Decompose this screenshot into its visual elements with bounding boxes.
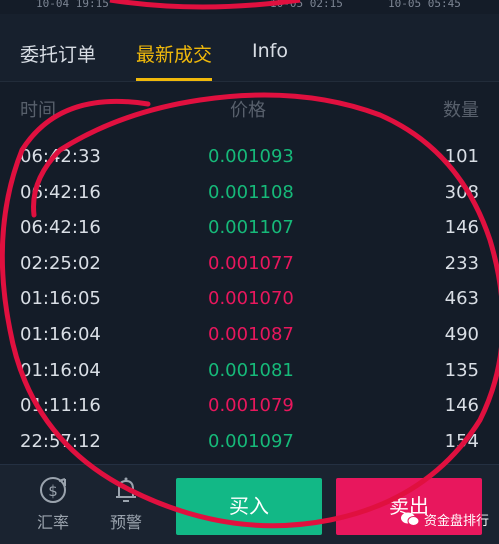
exchange-rate-label: 汇率 (36, 513, 69, 532)
trade-time: 06:42:33 (20, 146, 101, 167)
trade-quantity: 233 (444, 252, 479, 274)
bottom-action-bar: $ 汇率 预警 买入 卖出 (0, 464, 499, 544)
wechat-icon (400, 511, 420, 527)
trade-list: 06:42:33 0.001093 101 06:42:16 0.001108 308 06… (0, 140, 499, 460)
price-alert-label: 预警 (109, 513, 142, 532)
trade-time: 01:16:04 (20, 323, 101, 345)
active-tab-indicator (136, 78, 212, 81)
trade-quantity: 146 (444, 217, 479, 239)
axis-label: 10-05 05:45 (388, 0, 461, 10)
header-time: 时间 (20, 100, 56, 121)
trade-row: 06:42:16 0.001107 146 (0, 211, 499, 247)
axis-label: 10-05 02:15 (270, 0, 343, 10)
trade-price: 0.001093 (208, 146, 294, 167)
trade-time: 22:57:12 (20, 430, 101, 452)
trade-row: 01:11:16 0.001079 146 (0, 389, 499, 425)
tab-latest-trades[interactable]: 最新成交 (136, 40, 212, 67)
tab-orders[interactable]: 委托订单 (20, 40, 96, 67)
trade-quantity: 154 (444, 430, 479, 452)
trade-price: 0.001087 (208, 323, 294, 345)
trade-row: 02:25:02 0.001077 233 (0, 247, 499, 283)
header-quantity: 数量 (443, 100, 479, 121)
tab-info[interactable]: Info (252, 40, 288, 62)
trade-price: 0.001107 (208, 217, 294, 239)
table-header: 时间 价格 数量 (0, 96, 499, 126)
buy-button[interactable]: 买入 (176, 478, 322, 535)
bell-icon (96, 475, 156, 509)
trade-quantity: 308 (444, 181, 479, 203)
price-alert-button[interactable]: 预警 (96, 475, 156, 533)
trade-price: 0.001081 (208, 359, 294, 381)
trade-price: 0.001070 (208, 288, 294, 310)
trade-quantity: 135 (444, 359, 479, 381)
trade-price: 0.001097 (208, 430, 294, 452)
trade-row: 06:42:33 0.001093 101 (0, 140, 499, 176)
trade-quantity: 463 (444, 288, 479, 310)
currency-icon: $ (23, 475, 83, 509)
trade-time: 01:16:05 (20, 288, 101, 310)
trade-price: 0.001077 (208, 252, 294, 274)
watermark-text: 资金盘排行 (424, 514, 490, 529)
trade-quantity: 146 (444, 395, 479, 417)
chart-time-axis: 10-04 19:15 10-05 02:15 10-05 05:45 (0, 0, 499, 14)
tab-bar: 委托订单 最新成交 Info (0, 14, 499, 82)
trade-price: 0.001108 (208, 181, 294, 203)
trade-quantity: 490 (444, 323, 479, 345)
trade-row: 01:16:04 0.001081 135 (0, 354, 499, 390)
axis-label: 10-04 19:15 (36, 0, 109, 10)
trade-time: 06:42:16 (20, 217, 101, 239)
exchange-rate-button[interactable]: $ 汇率 (23, 475, 83, 533)
trade-row: 01:16:04 0.001087 490 (0, 318, 499, 354)
header-price: 价格 (230, 100, 266, 121)
trade-time: 01:11:16 (20, 395, 101, 417)
trade-row: 06:42:16 0.001108 308 (0, 176, 499, 212)
trade-time: 06:42:16 (20, 181, 101, 203)
trade-price: 0.001079 (208, 395, 294, 417)
trade-row: 01:16:05 0.001070 463 (0, 282, 499, 318)
trade-time: 01:16:04 (20, 359, 101, 381)
svg-text:$: $ (48, 482, 58, 500)
trade-time: 02:25:02 (20, 252, 101, 274)
trade-row: 22:57:12 0.001097 154 (0, 425, 499, 461)
trade-quantity: 101 (444, 146, 479, 167)
